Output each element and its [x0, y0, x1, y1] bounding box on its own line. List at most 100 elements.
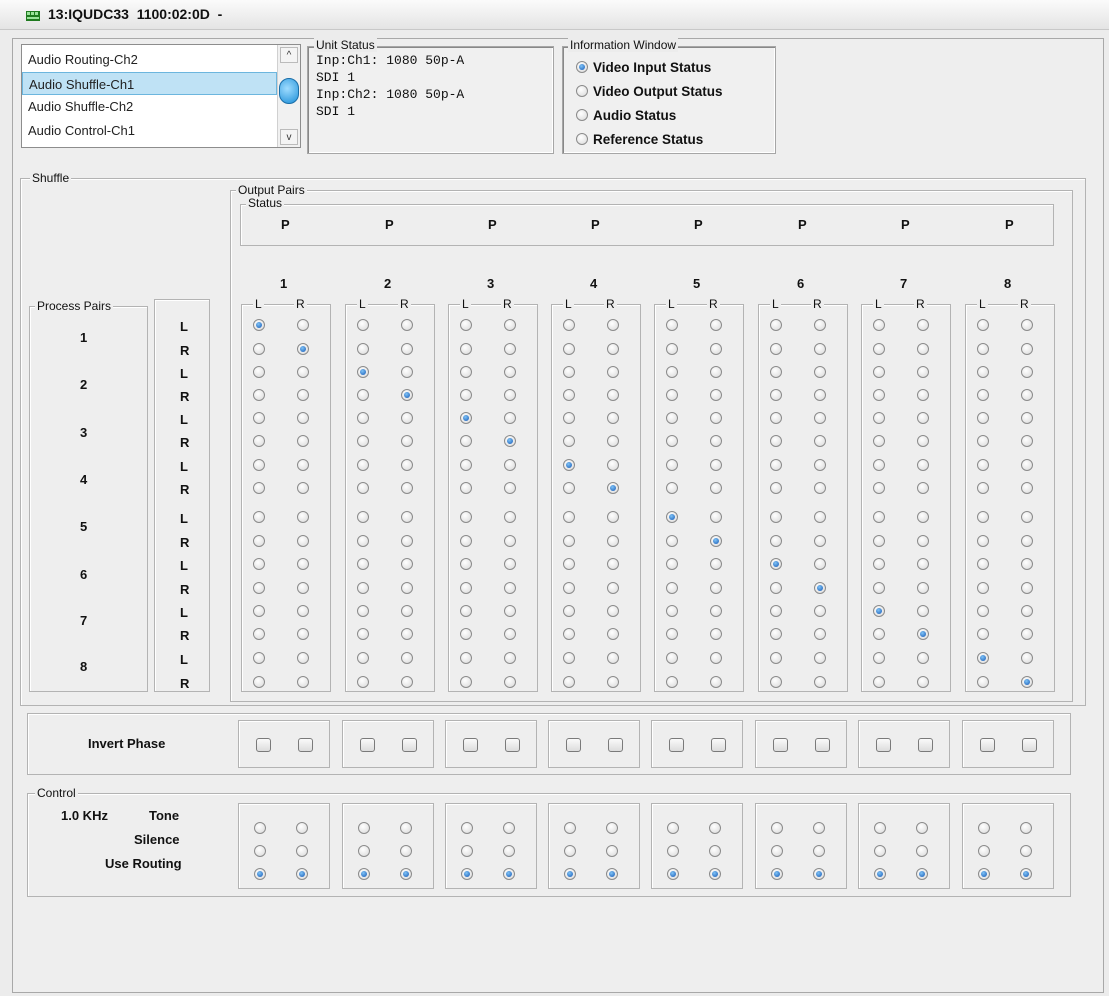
shuffle-radio[interactable] [873, 676, 885, 688]
shuffle-radio[interactable] [977, 389, 989, 401]
shuffle-radio[interactable] [357, 676, 369, 688]
shuffle-radio[interactable] [917, 389, 929, 401]
control-radio[interactable] [771, 868, 783, 880]
shuffle-radio[interactable] [297, 652, 309, 664]
chevron-down-icon[interactable]: v [280, 129, 298, 145]
shuffle-radio[interactable] [504, 628, 516, 640]
shuffle-radio[interactable] [814, 366, 826, 378]
shuffle-radio[interactable] [460, 535, 472, 547]
shuffle-radio[interactable] [666, 558, 678, 570]
shuffle-radio[interactable] [357, 628, 369, 640]
control-radio[interactable] [503, 868, 515, 880]
info-option-radio[interactable] [576, 85, 588, 97]
control-radio[interactable] [916, 822, 928, 834]
shuffle-radio[interactable] [873, 535, 885, 547]
shuffle-radio[interactable] [873, 412, 885, 424]
control-radio[interactable] [564, 868, 576, 880]
shuffle-radio[interactable] [710, 366, 722, 378]
shuffle-radio[interactable] [607, 389, 619, 401]
shuffle-radio[interactable] [253, 482, 265, 494]
shuffle-radio[interactable] [357, 511, 369, 523]
shuffle-radio[interactable] [770, 389, 782, 401]
shuffle-radio[interactable] [607, 628, 619, 640]
shuffle-radio[interactable] [297, 582, 309, 594]
shuffle-radio[interactable] [814, 628, 826, 640]
shuffle-radio[interactable] [770, 558, 782, 570]
shuffle-radio[interactable] [607, 676, 619, 688]
shuffle-radio[interactable] [1021, 343, 1033, 355]
invert-phase-checkbox[interactable] [711, 738, 726, 752]
control-radio[interactable] [667, 822, 679, 834]
shuffle-radio[interactable] [460, 582, 472, 594]
info-option[interactable]: Audio Status [576, 108, 676, 123]
shuffle-radio[interactable] [504, 319, 516, 331]
shuffle-radio[interactable] [1021, 605, 1033, 617]
shuffle-radio[interactable] [666, 652, 678, 664]
shuffle-radio[interactable] [297, 535, 309, 547]
shuffle-radio[interactable] [401, 482, 413, 494]
shuffle-radio[interactable] [357, 319, 369, 331]
shuffle-radio[interactable] [253, 652, 265, 664]
shuffle-radio[interactable] [917, 628, 929, 640]
shuffle-radio[interactable] [977, 511, 989, 523]
invert-phase-checkbox[interactable] [608, 738, 623, 752]
shuffle-radio[interactable] [357, 459, 369, 471]
shuffle-radio[interactable] [917, 343, 929, 355]
shuffle-radio[interactable] [770, 676, 782, 688]
shuffle-radio[interactable] [814, 535, 826, 547]
shuffle-radio[interactable] [357, 582, 369, 594]
shuffle-radio[interactable] [504, 558, 516, 570]
control-radio[interactable] [461, 822, 473, 834]
shuffle-radio[interactable] [357, 389, 369, 401]
shuffle-radio[interactable] [770, 482, 782, 494]
shuffle-radio[interactable] [460, 435, 472, 447]
invert-phase-checkbox[interactable] [918, 738, 933, 752]
control-radio[interactable] [813, 845, 825, 857]
shuffle-radio[interactable] [297, 319, 309, 331]
shuffle-radio[interactable] [917, 435, 929, 447]
shuffle-radio[interactable] [710, 582, 722, 594]
shuffle-radio[interactable] [563, 319, 575, 331]
invert-phase-checkbox[interactable] [360, 738, 375, 752]
control-radio[interactable] [771, 822, 783, 834]
shuffle-radio[interactable] [607, 582, 619, 594]
control-radio[interactable] [1020, 822, 1032, 834]
shuffle-radio[interactable] [253, 511, 265, 523]
shuffle-radio[interactable] [710, 389, 722, 401]
shuffle-radio[interactable] [666, 343, 678, 355]
shuffle-radio[interactable] [977, 482, 989, 494]
shuffle-radio[interactable] [710, 628, 722, 640]
shuffle-radio[interactable] [357, 412, 369, 424]
shuffle-radio[interactable] [607, 412, 619, 424]
shuffle-radio[interactable] [814, 459, 826, 471]
shuffle-radio[interactable] [357, 366, 369, 378]
shuffle-radio[interactable] [873, 558, 885, 570]
shuffle-radio[interactable] [504, 652, 516, 664]
shuffle-radio[interactable] [814, 558, 826, 570]
control-radio[interactable] [400, 822, 412, 834]
control-radio[interactable] [978, 868, 990, 880]
shuffle-radio[interactable] [563, 412, 575, 424]
shuffle-radio[interactable] [977, 343, 989, 355]
shuffle-radio[interactable] [460, 366, 472, 378]
shuffle-radio[interactable] [357, 652, 369, 664]
shuffle-radio[interactable] [666, 412, 678, 424]
control-radio[interactable] [813, 822, 825, 834]
shuffle-radio[interactable] [607, 605, 619, 617]
info-option-radio[interactable] [576, 109, 588, 121]
shuffle-radio[interactable] [814, 389, 826, 401]
shuffle-radio[interactable] [460, 676, 472, 688]
shuffle-radio[interactable] [917, 319, 929, 331]
invert-phase-checkbox[interactable] [773, 738, 788, 752]
shuffle-radio[interactable] [814, 582, 826, 594]
shuffle-radio[interactable] [666, 435, 678, 447]
control-radio[interactable] [254, 868, 266, 880]
shuffle-radio[interactable] [917, 535, 929, 547]
shuffle-radio[interactable] [917, 459, 929, 471]
shuffle-radio[interactable] [504, 389, 516, 401]
shuffle-radio[interactable] [917, 482, 929, 494]
invert-phase-checkbox[interactable] [980, 738, 995, 752]
shuffle-radio[interactable] [710, 459, 722, 471]
invert-phase-checkbox[interactable] [876, 738, 891, 752]
shuffle-radio[interactable] [666, 366, 678, 378]
